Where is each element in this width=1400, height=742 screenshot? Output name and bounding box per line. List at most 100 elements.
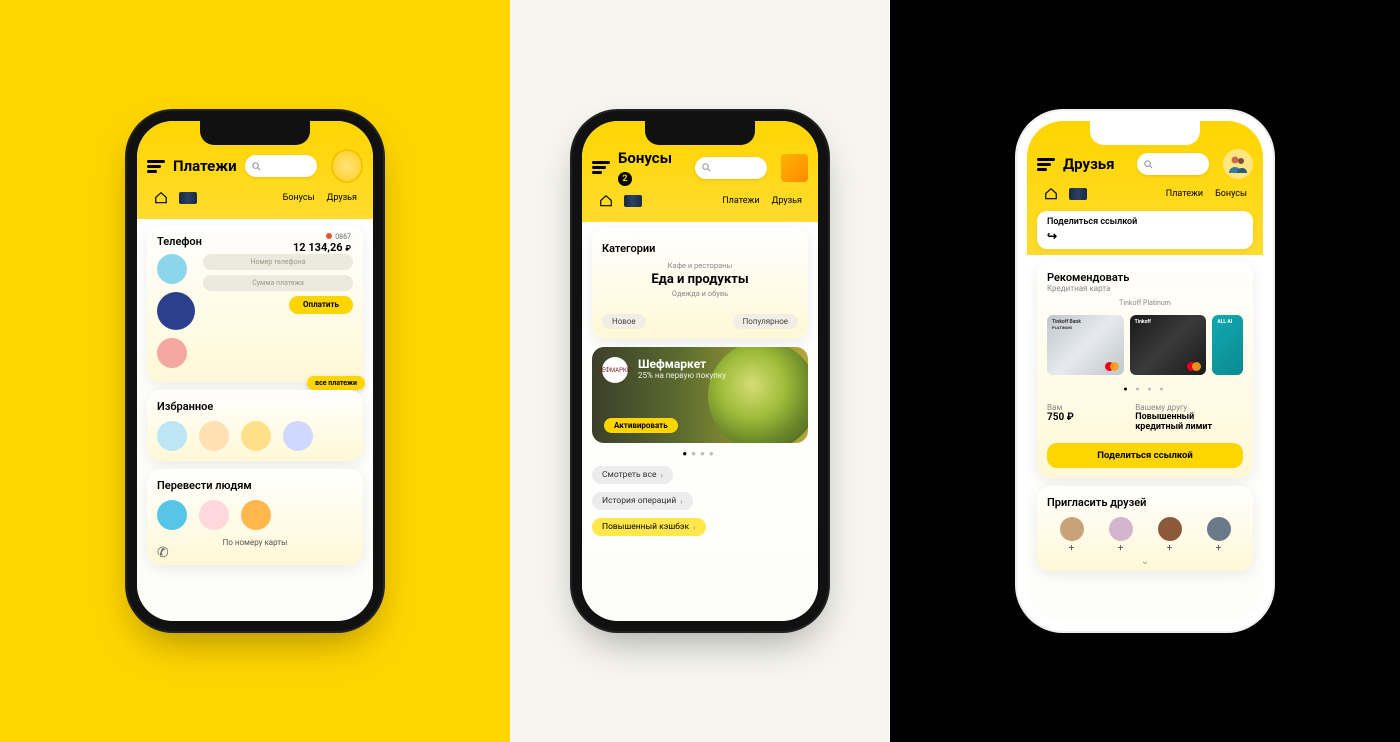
friend-benefit: Вашему другу Повышенный кредитный лимит (1135, 403, 1243, 433)
plus-icon: + (1167, 543, 1173, 554)
share-link-button[interactable]: Поделиться ссылкой (1047, 443, 1243, 468)
nav-link-friends[interactable]: Друзья (327, 193, 357, 203)
search-input[interactable] (245, 155, 317, 177)
avatar (1207, 517, 1231, 541)
menu-icon[interactable] (592, 159, 610, 176)
nav-link-friends[interactable]: Друзья (772, 196, 802, 206)
nav-link-bonuses[interactable]: Бонусы (283, 193, 315, 203)
amount-input[interactable]: Сумма платежа (203, 275, 353, 291)
card-subtitle: Кредитная карта (1047, 284, 1243, 293)
cashback-link[interactable]: Повышенный кэшбэк› (592, 518, 706, 536)
card-icon[interactable] (179, 192, 197, 204)
search-icon (251, 161, 262, 172)
invite-friends-card: Пригласить друзей + + + + ⌄ (1037, 486, 1253, 571)
menu-icon[interactable] (147, 158, 165, 175)
chevron-down-icon[interactable]: ⌄ (1047, 556, 1243, 567)
favorite-item[interactable] (199, 421, 229, 451)
phone-number-input[interactable]: Номер телефона (203, 254, 353, 270)
favorite-item[interactable] (283, 421, 313, 451)
unread-badge: 2 (618, 172, 632, 186)
history-link[interactable]: История операций› (592, 492, 693, 510)
notch (1090, 121, 1200, 145)
search-icon (1143, 159, 1154, 170)
category-prev[interactable]: Кафе и рестораны (602, 261, 798, 270)
card-title: Избранное (157, 400, 353, 413)
promo-brand-logo: ШЕФМАРКЕТ (602, 357, 628, 383)
nav-link-bonuses[interactable]: Бонусы (1215, 189, 1247, 199)
share-link-bar[interactable]: Поделиться ссылкой ↪ (1037, 211, 1253, 249)
favorite-item[interactable] (241, 421, 271, 451)
card-title: Категории (602, 242, 798, 255)
view-all-link[interactable]: Смотреть все› (592, 466, 673, 484)
filter-new[interactable]: Новое (602, 314, 646, 329)
page-title: Платежи (173, 157, 237, 175)
home-icon[interactable] (1043, 187, 1059, 201)
balance-block: 0867 12 134,26 ₽ (293, 233, 351, 254)
home-icon[interactable] (153, 191, 169, 205)
card-carousel[interactable]: Tinkoff BankPLATINUM Tinkoff ALL AI (1047, 315, 1243, 375)
avatar (1109, 517, 1133, 541)
transfer-label: По номеру карты (157, 538, 353, 547)
panel-black: Друзья Платежи Бонусы (890, 0, 1400, 742)
option-bubble-active[interactable] (157, 292, 195, 330)
promo-banner[interactable]: ШЕФМАРКЕТ Шефмаркет 25% на первую покупк… (592, 347, 808, 443)
favorite-item[interactable] (157, 421, 187, 451)
card-icon[interactable] (624, 195, 642, 207)
nav-link-payments[interactable]: Платежи (1166, 189, 1203, 199)
option-bubble[interactable] (157, 338, 187, 368)
phone-icon[interactable]: ✆ (157, 545, 169, 561)
promo-subtitle: 25% на первую покупку (638, 371, 796, 380)
transfer-option[interactable] (199, 500, 229, 530)
invite-friend[interactable]: + (1109, 517, 1133, 554)
coin-icon (331, 149, 363, 183)
nav-link-payments[interactable]: Платежи (722, 196, 759, 206)
search-input[interactable] (695, 157, 767, 179)
page-title: Бонусы 2 (618, 149, 687, 186)
carousel-dots[interactable]: ●●●● (592, 449, 808, 458)
invite-friend[interactable]: + (1158, 517, 1182, 554)
search-icon (701, 162, 712, 173)
friends-avatar-icon (1223, 149, 1253, 179)
pay-button[interactable]: Оплатить (289, 296, 353, 314)
promo-corner-icon (781, 154, 808, 182)
payment-type-selector[interactable] (157, 254, 195, 368)
category-current[interactable]: Еда и продукты (602, 272, 798, 287)
category-next[interactable]: Одежда и обувь (602, 289, 798, 298)
filter-popular[interactable]: Популярное (733, 314, 798, 329)
carousel-dots[interactable]: ● ● ● ● (1047, 385, 1243, 393)
plus-icon: + (1069, 543, 1075, 554)
credit-card-black[interactable]: Tinkoff (1130, 315, 1207, 375)
search-input[interactable] (1137, 153, 1209, 175)
phone-bonuses: Бонусы 2 Платежи Друзья (582, 121, 818, 621)
notch (200, 121, 310, 145)
plus-icon: + (1118, 543, 1124, 554)
home-icon[interactable] (598, 194, 614, 208)
card-icon[interactable] (1069, 188, 1087, 200)
phone-friends: Друзья Платежи Бонусы (1027, 121, 1263, 621)
transfer-option[interactable] (241, 500, 271, 530)
transfer-option[interactable] (157, 500, 187, 530)
all-payments-chip[interactable]: все платежи (307, 376, 365, 390)
notch (645, 121, 755, 145)
option-bubble[interactable] (157, 254, 187, 284)
panel-yellow: Платежи Бонусы Друзья Тел (0, 0, 510, 742)
card-title: Рекомендовать (1047, 271, 1243, 284)
invite-friend[interactable]: + (1060, 517, 1084, 554)
menu-icon[interactable] (1037, 156, 1055, 173)
phone-payments: Платежи Бонусы Друзья Тел (137, 121, 373, 621)
credit-card-platinum[interactable]: Tinkoff BankPLATINUM (1047, 315, 1124, 375)
categories-card: Категории Кафе и рестораны Еда и продукт… (592, 228, 808, 339)
activate-button[interactable]: Активировать (604, 418, 678, 433)
page-title: Друзья (1063, 155, 1115, 173)
plus-icon: + (1216, 543, 1222, 554)
panel-cream: Бонусы 2 Платежи Друзья (510, 0, 890, 742)
promo-image (708, 347, 808, 443)
mastercard-icon (1105, 362, 1119, 371)
product-name: Tinkoff Platinum (1047, 299, 1243, 307)
invite-friend[interactable]: + (1207, 517, 1231, 554)
mastercard-icon (1187, 362, 1201, 371)
you-benefit: Вам 750 ₽ (1047, 403, 1074, 433)
recommend-card: Рекомендовать Кредитная карта Tinkoff Pl… (1037, 261, 1253, 478)
transfer-card: Перевести людям По номеру карты ✆ (147, 469, 363, 565)
credit-card-teal[interactable]: ALL AI (1212, 315, 1243, 375)
